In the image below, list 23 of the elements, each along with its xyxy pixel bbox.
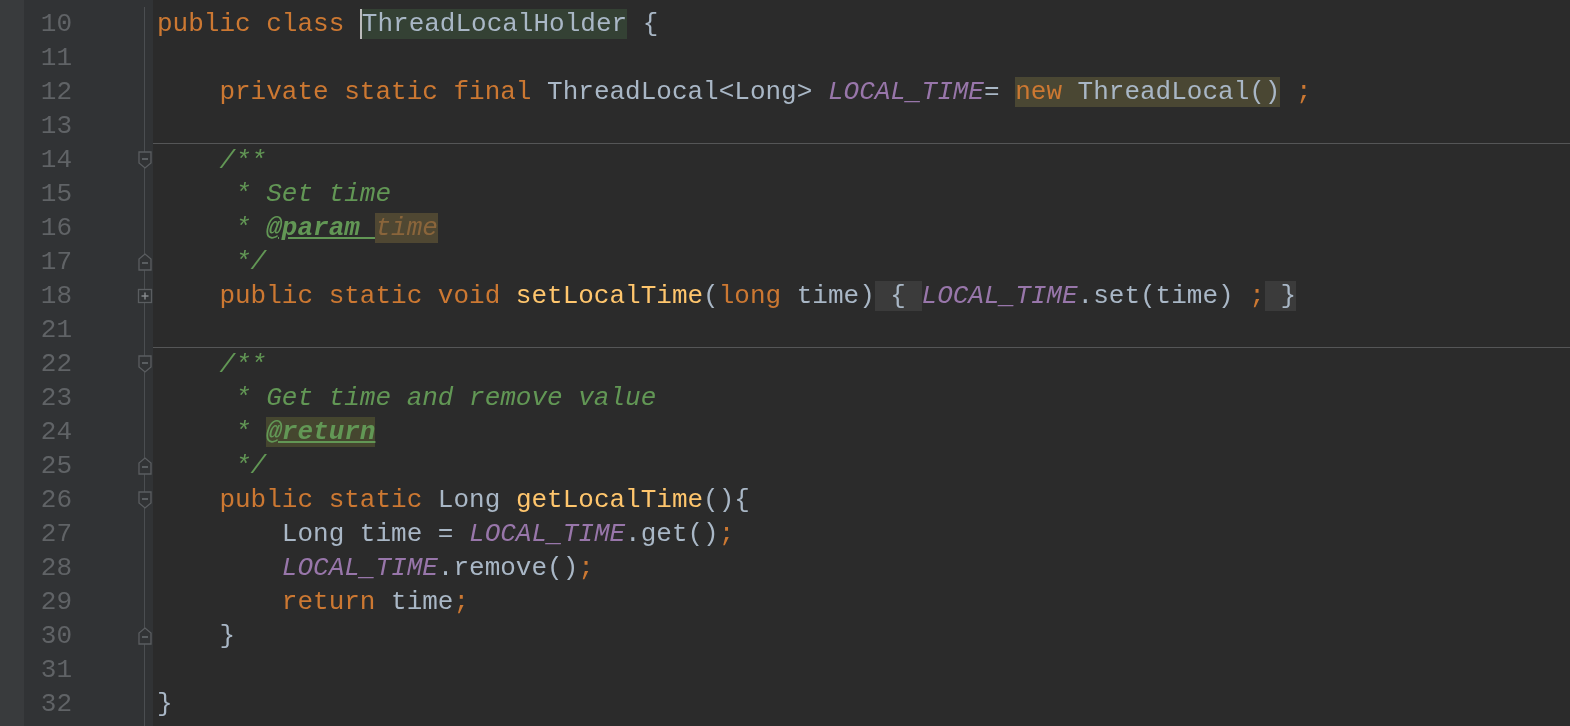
fold-minus-icon[interactable]	[137, 456, 153, 476]
code-line: }	[218, 620, 235, 652]
code-line: * @param time	[234, 212, 438, 244]
fold-minus-icon[interactable]	[137, 626, 153, 646]
code-line: return time;	[280, 586, 470, 618]
fold-minus-icon[interactable]	[137, 490, 153, 510]
fold-minus-icon[interactable]	[137, 354, 153, 374]
fold-plus-icon[interactable]	[137, 288, 153, 304]
code-line: * Get time and remove value	[234, 382, 657, 414]
fold-minus-icon[interactable]	[137, 252, 153, 272]
code-line: }	[157, 688, 173, 720]
code-line: public class ThreadLocalHolder {	[157, 8, 659, 40]
code-line: public static Long getLocalTime(){	[218, 484, 750, 516]
code-line: */	[234, 450, 267, 482]
code-line: Long time = LOCAL_TIME.get();	[280, 518, 735, 550]
code-line: /**	[218, 348, 267, 381]
code-line: private static final ThreadLocal<Long> LOCAL_TIME= new ThreadLocal() ;	[218, 76, 1312, 108]
code-line: public static void setLocalTime(long time) { LOCAL_TIME.set(time) ; }	[218, 280, 1297, 312]
code-line: /**	[218, 144, 267, 177]
code-line: LOCAL_TIME.remove();	[280, 552, 594, 584]
code-line: */	[234, 246, 267, 278]
fold-minus-icon[interactable]	[137, 150, 153, 170]
code-line: * Set time	[234, 178, 392, 210]
